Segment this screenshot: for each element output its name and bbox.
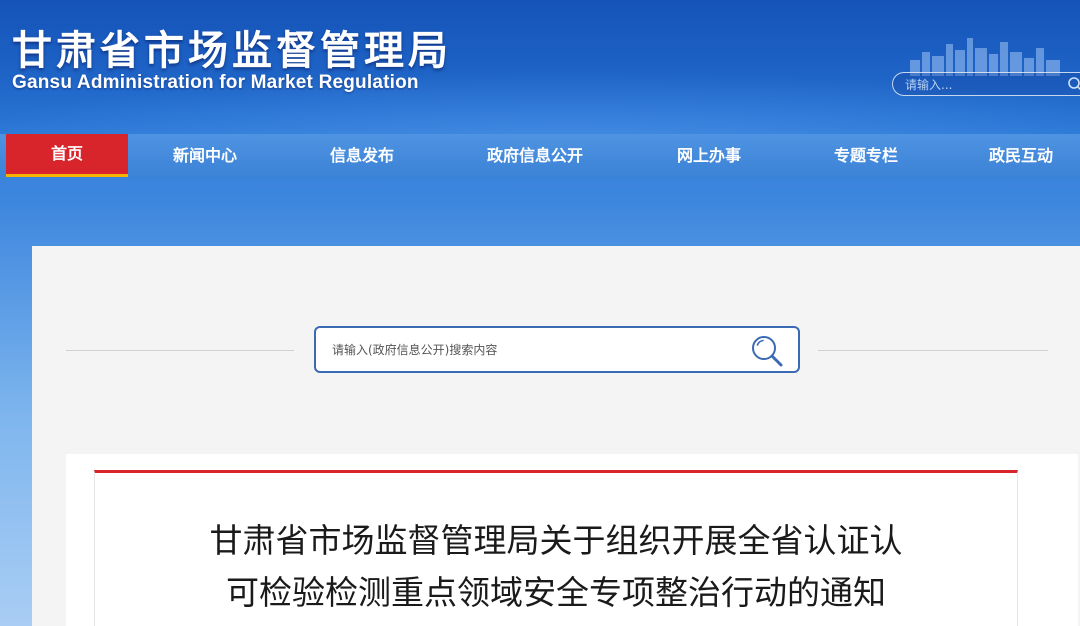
search-icon[interactable] <box>1067 76 1080 92</box>
article-title-line2: 可检验检测重点领域安全专项整治行动的通知 <box>226 573 886 612</box>
nav-item-home[interactable]: 首页 <box>6 134 128 177</box>
nav-item-topics[interactable]: 专题专栏 <box>806 134 926 177</box>
header-search[interactable] <box>892 72 1080 96</box>
main-nav: 首页 新闻中心 信息发布 政府信息公开 网上办事 专题专栏 政民互动 <box>0 134 1080 177</box>
header-search-input[interactable] <box>905 76 1055 94</box>
nav-item-info[interactable]: 信息发布 <box>300 134 424 177</box>
site-title[interactable]: 甘肃省市场监督管理局 <box>12 18 452 76</box>
gov-info-search-input[interactable] <box>332 340 712 360</box>
article-title-line1: 甘肃省市场监督管理局关于组织开展全省认证认 <box>209 521 903 560</box>
divider-right <box>818 350 1048 351</box>
nav-item-interaction[interactable]: 政民互动 <box>962 134 1080 177</box>
article-frame: 甘肃省市场监督管理局关于组织开展全省认证认 可检验检测重点领域安全专项整治行动的… <box>94 470 1018 626</box>
search-icon[interactable] <box>748 332 786 370</box>
divider-left <box>66 350 294 351</box>
gov-info-search[interactable] <box>314 326 800 373</box>
site-subtitle-en: Gansu Administration for Market Regulati… <box>12 72 419 93</box>
content-panel: 甘肃省市场监督管理局关于组织开展全省认证认 可检验检测重点领域安全专项整治行动的… <box>32 246 1080 626</box>
nav-item-online-services[interactable]: 网上办事 <box>650 134 768 177</box>
article-card: 甘肃省市场监督管理局关于组织开展全省认证认 可检验检测重点领域安全专项整治行动的… <box>66 454 1078 626</box>
city-skyline-icon <box>910 38 1060 76</box>
nav-item-gov-info[interactable]: 政府信息公开 <box>470 134 600 177</box>
article-title: 甘肃省市场监督管理局关于组织开展全省认证认 可检验检测重点领域安全专项整治行动的… <box>95 515 1017 619</box>
nav-item-news[interactable]: 新闻中心 <box>145 134 265 177</box>
site-header: 甘肃省市场监督管理局 Gansu Administration for Mark… <box>0 0 1080 134</box>
